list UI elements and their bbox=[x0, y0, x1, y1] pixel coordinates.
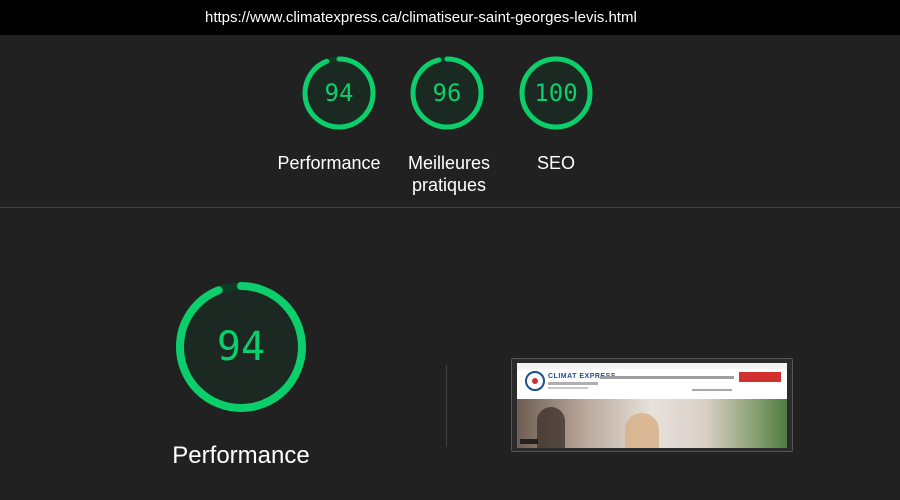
page-screenshot-thumbnail[interactable]: CLIMAT EXPRESS bbox=[517, 363, 787, 448]
main-performance-score: 94 bbox=[216, 324, 266, 370]
thumbnail-top-strip bbox=[517, 363, 787, 369]
thumbnail-nav bbox=[600, 376, 734, 379]
thumbnail-tagline-2 bbox=[548, 387, 588, 389]
performance-score: 94 bbox=[324, 79, 354, 107]
main-performance-label: Performance bbox=[172, 442, 310, 469]
performance-label: Performance bbox=[277, 153, 381, 173]
best-practices-label: Meilleures pratiques bbox=[407, 153, 491, 195]
best-practices-gauge[interactable]: 96 bbox=[409, 55, 485, 131]
url-bar: https://www.climatexpress.ca/climatiseur… bbox=[0, 0, 900, 35]
best-practices-score: 96 bbox=[432, 79, 462, 107]
thumbnail-nav-2 bbox=[692, 389, 732, 391]
thumbnail-cta-button bbox=[739, 372, 781, 382]
main-performance-gauge: 94 bbox=[174, 280, 308, 414]
vertical-divider bbox=[446, 365, 447, 447]
hero-figure-right bbox=[625, 413, 659, 448]
hero-badge bbox=[520, 439, 538, 444]
seo-score: 100 bbox=[534, 79, 578, 107]
thumbnail-tagline bbox=[548, 382, 598, 385]
seo-gauge[interactable]: 100 bbox=[518, 55, 594, 131]
performance-gauge[interactable]: 94 bbox=[301, 55, 377, 131]
section-divider bbox=[0, 207, 900, 208]
seo-label: SEO bbox=[536, 153, 575, 173]
thumbnail-hero-image bbox=[517, 399, 787, 448]
brand-logo bbox=[525, 371, 545, 391]
hero-figure-left bbox=[537, 407, 565, 448]
page-url[interactable]: https://www.climatexpress.ca/climatiseur… bbox=[205, 9, 637, 26]
